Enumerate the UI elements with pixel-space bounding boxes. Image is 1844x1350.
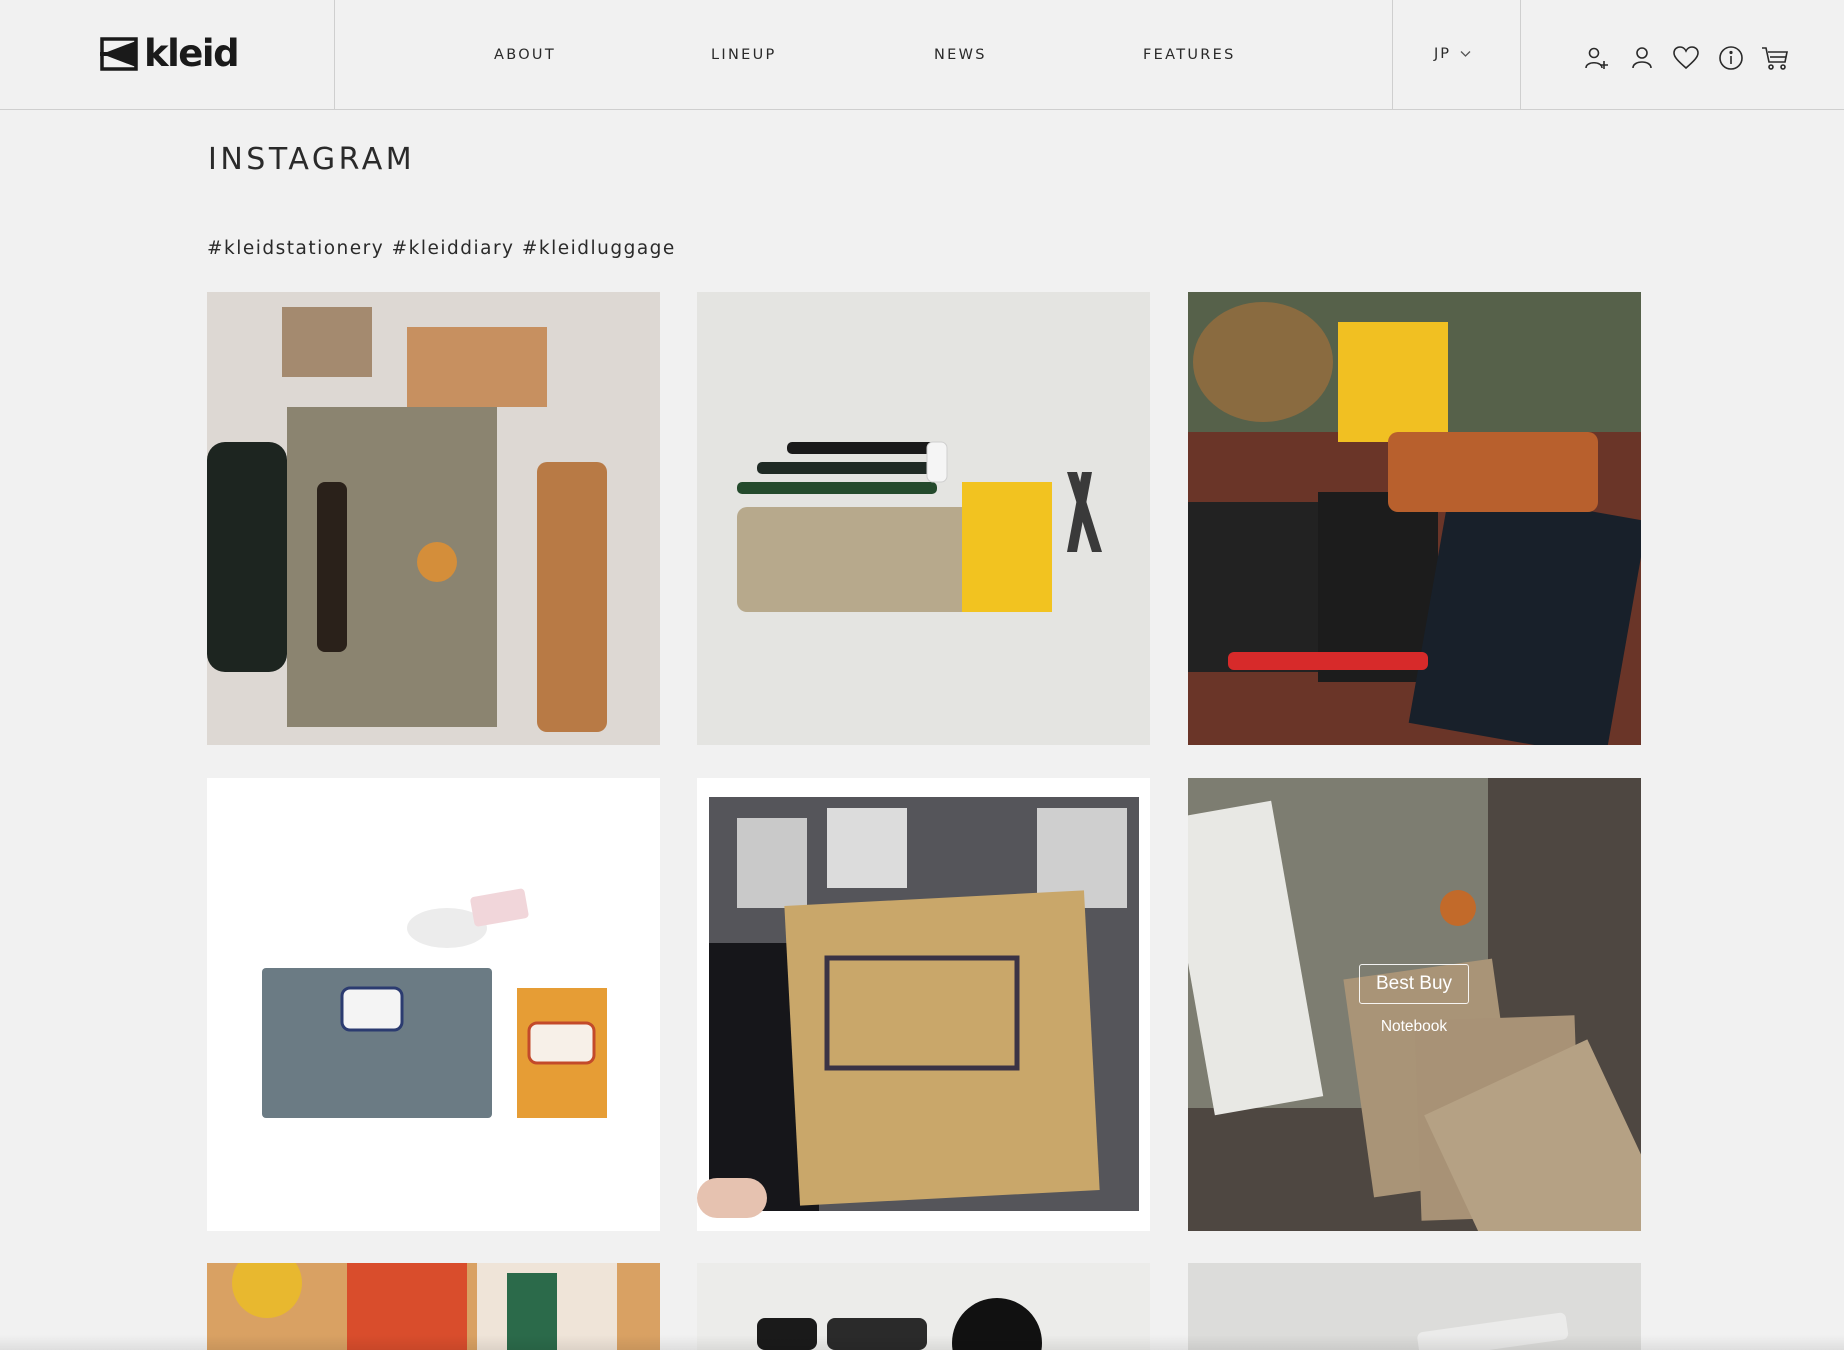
chevron-down-icon xyxy=(1460,45,1471,63)
instagram-photo xyxy=(207,778,660,1231)
instagram-post[interactable] xyxy=(207,292,660,745)
nav-about[interactable]: ABOUT xyxy=(494,46,556,64)
nav-news[interactable]: NEWS xyxy=(934,46,987,64)
instagram-photo xyxy=(1188,778,1641,1231)
page-title: INSTAGRAM xyxy=(208,142,416,177)
nav-lineup[interactable]: LINEUP xyxy=(711,46,777,64)
user-icon[interactable] xyxy=(1628,44,1656,72)
brand-name: kleid xyxy=(144,32,240,75)
instagram-photo xyxy=(697,292,1150,745)
hover-label: Best Buy xyxy=(1359,964,1469,1004)
hover-sublabel: Notebook xyxy=(1380,1018,1448,1035)
kleid-logo-icon xyxy=(100,37,138,71)
add-user-icon[interactable] xyxy=(1583,44,1611,72)
brand-logo[interactable]: kleid xyxy=(100,32,240,75)
language-label: JP xyxy=(1434,46,1452,62)
instagram-photo xyxy=(697,778,1150,1231)
instagram-post[interactable] xyxy=(1188,778,1641,1231)
header-divider xyxy=(334,0,335,110)
instagram-post[interactable] xyxy=(207,778,660,1231)
info-icon[interactable] xyxy=(1717,44,1745,72)
instagram-post[interactable] xyxy=(1188,292,1641,745)
site-header: kleid ABOUT LINEUP NEWS FEATURES JP xyxy=(0,0,1844,110)
hashtags: #kleidstationery #kleiddiary #kleidlugga… xyxy=(207,238,676,259)
header-divider xyxy=(1520,0,1521,110)
header-divider xyxy=(1392,0,1393,110)
instagram-photo xyxy=(1188,292,1641,745)
bottom-shade xyxy=(0,1335,1844,1350)
language-selector[interactable]: JP xyxy=(1434,45,1471,63)
cart-icon[interactable] xyxy=(1761,44,1789,72)
instagram-photo xyxy=(207,292,660,745)
instagram-post[interactable] xyxy=(697,778,1150,1231)
nav-features[interactable]: FEATURES xyxy=(1143,46,1236,64)
heart-icon[interactable] xyxy=(1672,44,1700,72)
instagram-post[interactable] xyxy=(697,292,1150,745)
